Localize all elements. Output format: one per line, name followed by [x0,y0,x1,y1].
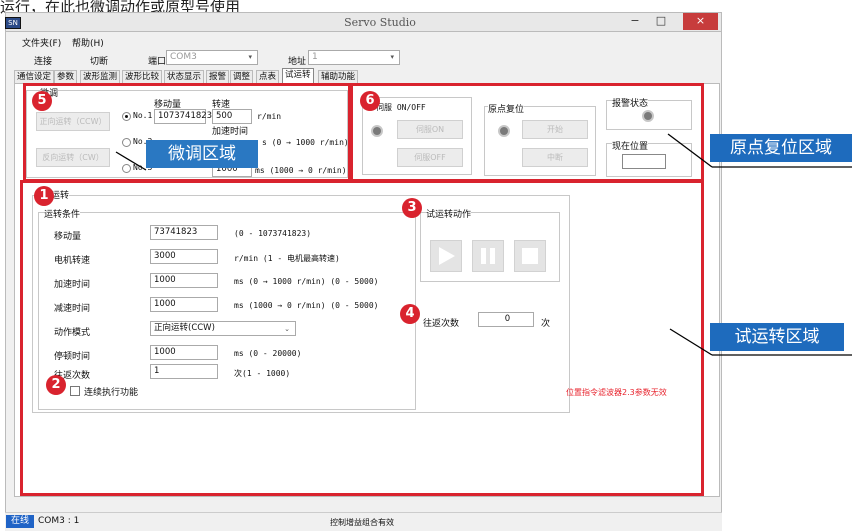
trial-region-label: 试运转区域 [710,323,844,351]
status-message: 控制增益组合有效 [330,518,394,527]
online-badge: 在线 [6,515,34,528]
status-port: COM3 : 1 [38,516,80,526]
pointer-lines [115,133,852,356]
origin-region-label: 原点复位区域 [710,134,852,162]
screenshot: 运行，在此也微调动作或原型号使用 SN Servo Studio − □ × 文… [0,0,852,531]
